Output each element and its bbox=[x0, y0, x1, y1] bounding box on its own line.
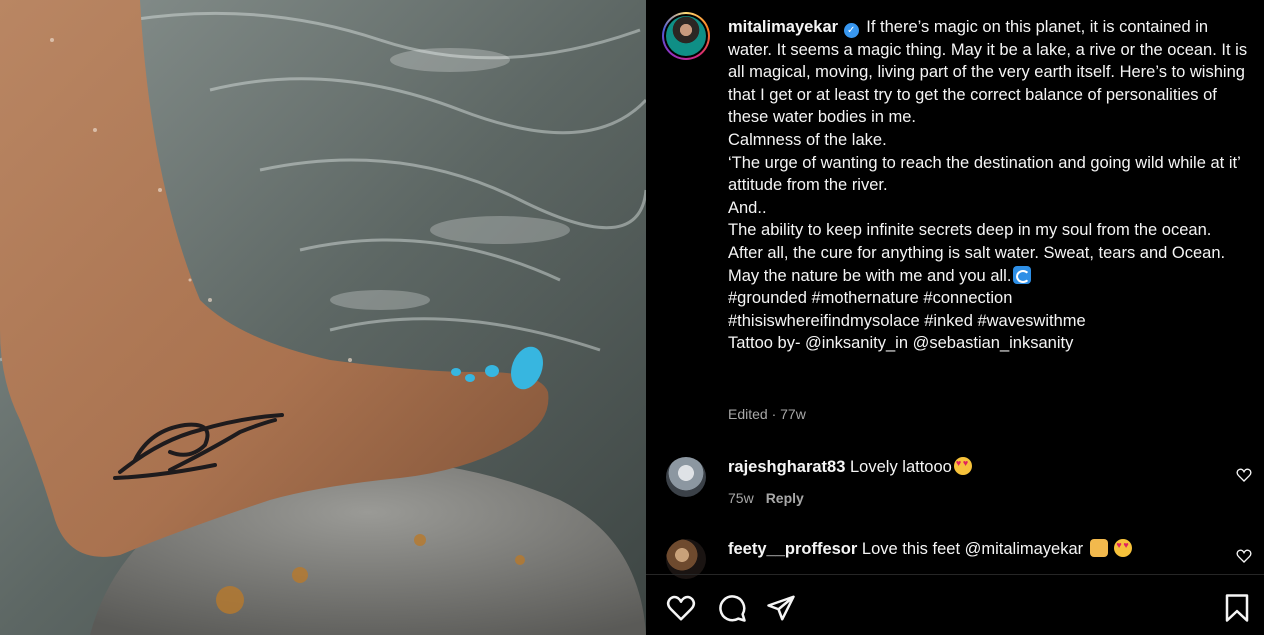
raised-hands-emoji-icon bbox=[1089, 539, 1108, 557]
post-caption: mitalimayekar ✓ If there’s magic on this… bbox=[728, 16, 1248, 355]
author-username[interactable]: mitalimayekar bbox=[728, 18, 838, 36]
commenter-avatar[interactable] bbox=[666, 457, 706, 497]
comment: rajeshgharat83 Lovely lattooo 75w Reply bbox=[646, 457, 1264, 527]
water-wave-icon bbox=[1013, 265, 1032, 284]
caption-line: ‘The urge of wanting to reach the destin… bbox=[728, 153, 1241, 195]
author-avatar[interactable] bbox=[662, 12, 710, 60]
comment-text: Love this feet @mitalimayekar bbox=[861, 540, 1084, 558]
comment-icon[interactable] bbox=[717, 593, 747, 623]
comment-time: 75w bbox=[728, 490, 754, 506]
commenter-username[interactable]: rajeshgharat83 bbox=[728, 458, 845, 476]
bookmark-icon[interactable] bbox=[1222, 593, 1252, 623]
verified-badge-icon: ✓ bbox=[843, 23, 859, 38]
comment-text: Lovely lattooo bbox=[850, 458, 952, 476]
caption-line: Calmness of the lake. bbox=[728, 130, 887, 149]
caption-area: mitalimayekar ✓ If there’s magic on this… bbox=[646, 0, 1264, 440]
caption-line: May the nature be with me and you all. bbox=[728, 266, 1012, 285]
post-details-panel: mitalimayekar ✓ If there’s magic on this… bbox=[646, 0, 1264, 635]
comment-like-heart-icon[interactable] bbox=[1236, 467, 1252, 483]
post-photo[interactable] bbox=[0, 0, 646, 635]
caption-line: The ability to keep infinite secrets dee… bbox=[728, 221, 1212, 240]
commenter-avatar[interactable] bbox=[666, 539, 706, 579]
post-action-bar bbox=[646, 575, 1264, 635]
caption-hashtags[interactable]: #thisiswhereifindmysolace #inked #wavesw… bbox=[728, 310, 1248, 333]
caption-hashtags[interactable]: #grounded #mothernature #connection bbox=[728, 287, 1248, 310]
commenter-username[interactable]: feety__proffesor bbox=[728, 540, 857, 558]
caption-tattoo-credit[interactable]: Tattoo by- @inksanity_in @sebastian_inks… bbox=[728, 332, 1248, 355]
heart-icon[interactable] bbox=[666, 593, 696, 623]
heart-eyes-emoji-icon bbox=[1114, 539, 1133, 557]
post-meta: Edited · 77w bbox=[728, 406, 806, 422]
post-photo-image bbox=[0, 0, 646, 635]
caption-line: And.. bbox=[728, 198, 767, 217]
caption-line: After all, the cure for anything is salt… bbox=[728, 243, 1226, 262]
comment-like-heart-icon[interactable] bbox=[1236, 548, 1252, 564]
share-icon[interactable] bbox=[766, 593, 796, 623]
reply-button[interactable]: Reply bbox=[766, 490, 804, 506]
heart-eyes-emoji-icon bbox=[953, 457, 972, 475]
